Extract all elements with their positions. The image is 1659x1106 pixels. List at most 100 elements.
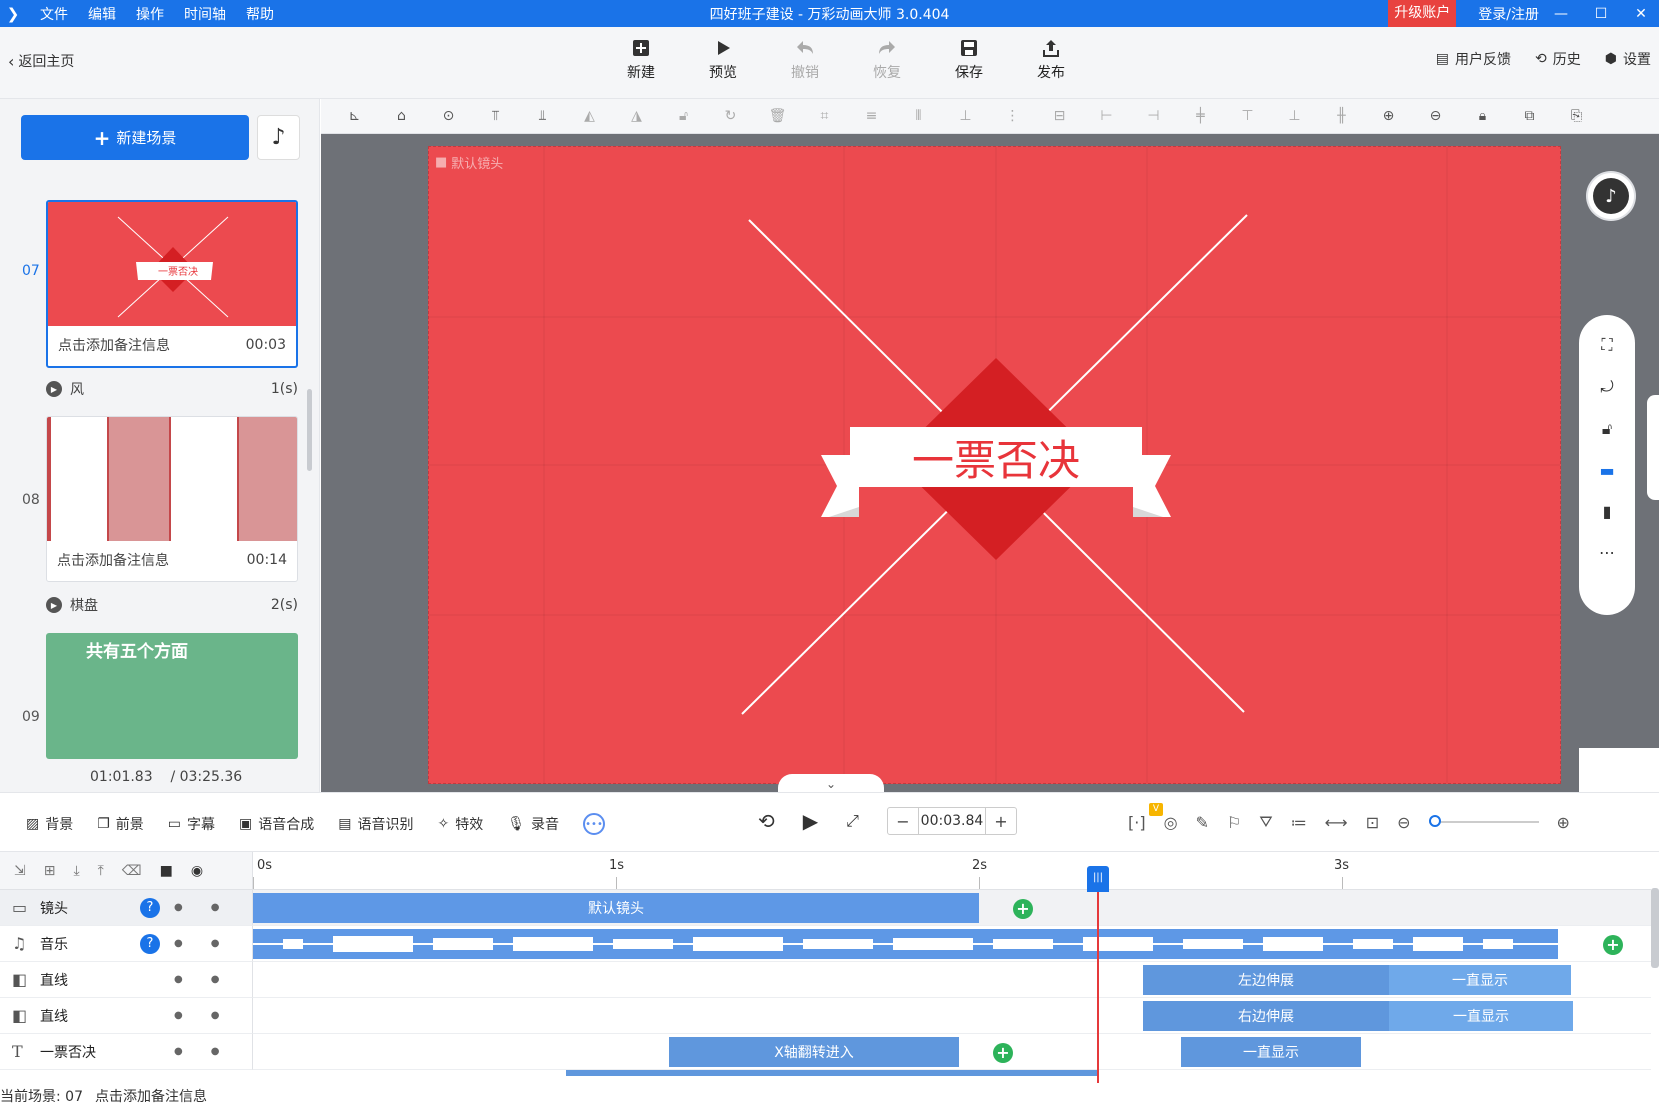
- bring-top-icon[interactable]: ⫪: [472, 99, 519, 134]
- visibility-toggle[interactable]: ●: [211, 974, 220, 985]
- playhead-line[interactable]: [1097, 868, 1099, 1083]
- rotate-view-icon[interactable]: ⤾: [1600, 377, 1613, 397]
- publish-button[interactable]: 发布: [1010, 37, 1092, 82]
- mobile-view-icon[interactable]: ▮: [1603, 502, 1612, 521]
- clip-line1[interactable]: 左边伸展 一直显示: [1143, 965, 1571, 995]
- menu-operate[interactable]: 操作: [136, 4, 164, 24]
- time-ruler[interactable]: 0s 1s 2s 3s: [253, 852, 1651, 890]
- track-music[interactable]: ♫ 音乐 ? ● ●: [0, 926, 253, 962]
- track-camera[interactable]: ▭ 镜头 ? ● ●: [0, 890, 253, 926]
- login-button[interactable]: 登录/注册: [1478, 4, 1539, 24]
- zoom-in-icon[interactable]: ⊕: [1365, 99, 1412, 134]
- settings-button[interactable]: ⬢ 设置: [1605, 49, 1651, 69]
- track-line-1-lane[interactable]: 左边伸展 一直显示: [253, 962, 1651, 998]
- clip-anim-enter[interactable]: 右边伸展: [1143, 1001, 1389, 1031]
- new-button[interactable]: 新建: [600, 37, 682, 82]
- lock-toggle[interactable]: ●: [174, 974, 183, 985]
- track-text[interactable]: T 一票否决 ● ●: [0, 1034, 253, 1070]
- more-icon[interactable]: ⋯: [1599, 543, 1615, 562]
- time-increment-button[interactable]: +: [986, 812, 1016, 831]
- move-up-icon[interactable]: ⤒: [98, 863, 104, 879]
- lock-toggle[interactable]: ●: [174, 938, 183, 949]
- tts-button[interactable]: ▣ 语音合成: [239, 814, 314, 834]
- signpost-icon[interactable]: ⚐: [1227, 813, 1241, 832]
- folder-in-icon[interactable]: ⇲: [14, 863, 26, 879]
- asr-button[interactable]: ▤ 语音识别: [338, 814, 413, 834]
- clip-line2[interactable]: 右边伸展 一直显示: [1143, 1001, 1573, 1031]
- fullscreen-icon[interactable]: ⤢: [846, 811, 859, 831]
- collapse-timeline-button[interactable]: ⌄: [778, 774, 884, 794]
- rotate-icon[interactable]: ↻: [707, 99, 754, 134]
- visibility-toggle[interactable]: ●: [211, 1046, 220, 1057]
- fit-screen-icon[interactable]: ⛶: [1601, 335, 1612, 355]
- play-icon[interactable]: ▶: [803, 809, 818, 833]
- lock-icon[interactable]: 🔓︎: [1602, 419, 1612, 439]
- play-transition-icon[interactable]: ▶: [46, 381, 62, 397]
- replay-icon[interactable]: ⟲: [758, 809, 775, 833]
- current-scene-note[interactable]: 点击添加备注信息: [95, 1086, 207, 1106]
- scene-note[interactable]: 点击添加备注信息: [57, 550, 169, 570]
- align-base-icon[interactable]: ⊥: [1271, 99, 1318, 134]
- timeline-scrollbar[interactable]: [1651, 888, 1659, 968]
- trash-icon[interactable]: ⌫: [122, 863, 142, 879]
- lock-icon[interactable]: 🔒︎: [1459, 99, 1506, 134]
- zoom-slider[interactable]: [1428, 815, 1539, 827]
- track-line-2-lane[interactable]: 右边伸展 一直显示: [253, 998, 1651, 1034]
- folder-add-icon[interactable]: ⊞: [44, 863, 56, 879]
- align-vertical-icon[interactable]: ⋮: [989, 99, 1036, 134]
- track-music-lane[interactable]: +: [253, 926, 1651, 962]
- clip-music-waveform[interactable]: [253, 929, 1558, 959]
- playhead-handle[interactable]: |||: [1087, 866, 1109, 892]
- scene-note[interactable]: 点击添加备注信息: [58, 335, 170, 355]
- align-left-icon[interactable]: ⊢: [1083, 99, 1130, 134]
- add-keyframe-icon[interactable]: +: [1603, 935, 1623, 955]
- time-input[interactable]: 00:03.84: [917, 807, 986, 835]
- track-text-lane[interactable]: X轴翻转进入 + 一直显示: [253, 1034, 1651, 1070]
- lock-toggle[interactable]: ●: [174, 902, 183, 913]
- background-music-button[interactable]: ♪: [1588, 173, 1634, 219]
- lock-toggle[interactable]: ●: [174, 1010, 183, 1021]
- redo-button[interactable]: 恢复: [846, 37, 928, 82]
- ruler-icon[interactable]: ⊾: [331, 99, 378, 134]
- menu-help[interactable]: 帮助: [246, 4, 274, 24]
- move-down-icon[interactable]: ⤓: [73, 863, 79, 879]
- send-bottom-icon[interactable]: ⫫: [519, 99, 566, 134]
- flip-h-icon[interactable]: ◭: [566, 99, 613, 134]
- zoom-plus-icon[interactable]: ⊕: [1557, 813, 1570, 832]
- transition-row[interactable]: ▶ 棋盘 2(s): [46, 595, 298, 615]
- preview-button[interactable]: 预览: [682, 37, 764, 82]
- mini-map[interactable]: [1579, 748, 1659, 792]
- scene-canvas[interactable]: 一票否决 ■ 默认镜头: [428, 146, 1561, 784]
- scene-card-07[interactable]: 一票否决 点击添加备注信息 00:03: [46, 200, 298, 368]
- time-decrement-button[interactable]: −: [888, 812, 918, 831]
- adjust-icon[interactable]: ≔: [1291, 813, 1307, 832]
- center-v-icon[interactable]: ╫: [1318, 99, 1365, 134]
- more-tools-icon[interactable]: •••: [583, 813, 606, 835]
- visibility-toggle[interactable]: ●: [211, 902, 220, 913]
- background-button[interactable]: ▨ 背景: [26, 814, 73, 834]
- menu-timeline[interactable]: 时间轴: [184, 4, 226, 24]
- desktop-view-icon[interactable]: ▬: [1599, 461, 1614, 480]
- scene-music-button[interactable]: ♪: [257, 115, 300, 160]
- subtitle-button[interactable]: ▭ 字幕: [168, 814, 215, 834]
- align-center-icon[interactable]: ≡: [848, 99, 895, 134]
- record-button[interactable]: 🎙︎ 录音: [507, 814, 559, 834]
- paste-icon[interactable]: ⎘: [1553, 99, 1600, 134]
- lock-toggle[interactable]: ●: [174, 1046, 183, 1057]
- effects-button[interactable]: ✧ 特效: [438, 814, 484, 834]
- actual-size-icon[interactable]: ⊡: [1366, 813, 1379, 832]
- menu-edit[interactable]: 编辑: [88, 4, 116, 24]
- camera-snapshot-icon[interactable]: ◎: [1164, 813, 1178, 832]
- history-button[interactable]: ⟲ 历史: [1535, 49, 1581, 69]
- scene-card-08[interactable]: 点击添加备注信息 00:14: [46, 416, 298, 582]
- maximize-icon[interactable]: ☐: [1583, 6, 1619, 22]
- scene-card-09[interactable]: 共有五个方面: [46, 633, 298, 759]
- eye-icon[interactable]: ◉: [191, 863, 203, 879]
- lock-all-icon[interactable]: ■: [160, 863, 173, 879]
- clip-anim-stay[interactable]: 一直显示: [1389, 1001, 1573, 1031]
- distribute-h-icon[interactable]: ⫴: [895, 99, 942, 134]
- help-icon[interactable]: ?: [140, 897, 160, 918]
- add-keyframe-icon[interactable]: +: [1013, 899, 1033, 919]
- save-button[interactable]: 保存: [928, 37, 1010, 82]
- foreground-button[interactable]: ❐ 前景: [97, 814, 144, 834]
